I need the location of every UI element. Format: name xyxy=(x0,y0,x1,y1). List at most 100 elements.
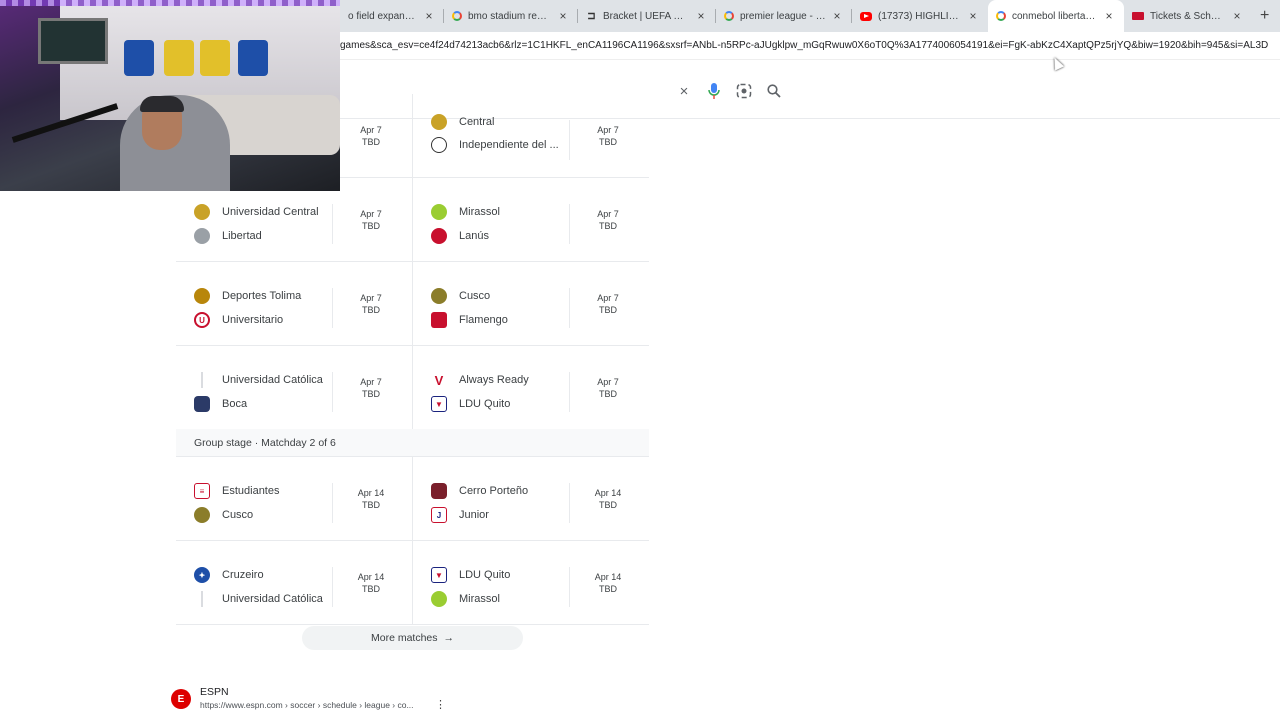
match-cell[interactable]: Universidad Católica Boca Apr 7 TBD xyxy=(176,346,412,430)
tab-label: o field expansion xyxy=(348,10,418,22)
match-divider xyxy=(332,372,333,412)
webcam-lights xyxy=(0,0,340,6)
match-cell[interactable]: ✦ Cruzeiro Universidad Católica Apr 14 TBD xyxy=(176,541,412,625)
tab-label: conmebol libertador xyxy=(1012,10,1098,22)
search-result-espn[interactable]: E ESPN https://www.espn.com › soccer › s… xyxy=(171,686,471,720)
match-divider xyxy=(332,204,333,244)
match-grid-matchday-2: ≡ Estudiantes Cusco Apr 14 TBD Cerro Porte… xyxy=(176,457,649,625)
team: ▼ LDU Quito xyxy=(431,396,510,412)
team-logo-icon xyxy=(431,483,447,499)
team: Universidad Católica xyxy=(194,372,323,388)
tab-premier-league[interactable]: premier league - Goc × xyxy=(716,0,852,32)
more-options-icon[interactable]: ⋮ xyxy=(435,698,446,711)
tab-label: Tickets & Schedule | xyxy=(1150,10,1226,22)
team: ▼ LDU Quito xyxy=(431,567,510,583)
tab-close-icon[interactable]: × xyxy=(966,9,980,23)
team: Universidad Católica xyxy=(194,591,323,607)
tab-close-icon[interactable]: × xyxy=(422,9,436,23)
match-divider xyxy=(569,288,570,328)
result-url[interactable]: https://www.espn.com › soccer › schedule… xyxy=(200,700,414,710)
team-logo-icon xyxy=(194,507,210,523)
team-name: Mirassol xyxy=(459,593,500,605)
tab-bmo-stadium[interactable]: bmo stadium remode × xyxy=(444,0,578,32)
webcam-cap xyxy=(140,96,184,112)
team: Mirassol xyxy=(431,204,500,220)
match-cell[interactable]: V Always Ready ▼ LDU Quito Apr 7 TBD xyxy=(412,346,648,430)
webcam-picture-frame xyxy=(38,18,108,64)
team-logo-icon xyxy=(431,114,447,130)
team-logo-icon xyxy=(194,288,210,304)
tab-tickets-schedule[interactable]: Tickets & Schedule | × xyxy=(1124,0,1252,32)
match-cell[interactable]: Deportes Tolima U Universitario Apr 7 TBD xyxy=(176,262,412,346)
tab-conmebol-libertadores[interactable]: conmebol libertador × xyxy=(988,0,1124,32)
match-date: Apr 7 TBD xyxy=(597,209,619,231)
match-row: ✦ Cruzeiro Universidad Católica Apr 14 TBD… xyxy=(176,541,649,625)
match-cell[interactable]: Cusco Flamengo Apr 7 TBD xyxy=(412,262,648,346)
tab-label: bmo stadium remode xyxy=(468,10,552,22)
team: U Universitario xyxy=(194,312,283,328)
bracket-icon: ⊐ xyxy=(587,10,596,22)
search-icon[interactable] xyxy=(764,81,784,101)
match-date: Apr 7 TBD xyxy=(597,125,619,147)
team-name: Estudiantes xyxy=(222,485,280,497)
lens-icon[interactable] xyxy=(734,81,754,101)
clear-icon[interactable]: × xyxy=(674,81,694,101)
more-matches-label: More matches xyxy=(370,632,438,644)
team-logo-icon: V xyxy=(431,372,447,388)
team-logo-icon: ▼ xyxy=(431,396,447,412)
new-tab-button[interactable]: + xyxy=(1260,7,1269,25)
team: Lanús xyxy=(431,228,489,244)
tab-uefa-bracket[interactable]: ⊐ Bracket | UEFA Cham × xyxy=(578,0,716,32)
stage-label: Group stage · Matchday 2 of 6 xyxy=(194,436,336,449)
team: Deportes Tolima xyxy=(194,288,301,304)
team: Boca xyxy=(194,396,247,412)
tickets-icon xyxy=(1132,12,1144,20)
team-name: Cusco xyxy=(222,509,254,521)
team-name: Universitario xyxy=(222,314,284,326)
result-source[interactable]: ESPN xyxy=(200,686,229,698)
match-cell[interactable]: Cerro Porteño J Junior Apr 14 TBD xyxy=(412,457,648,541)
match-divider xyxy=(569,567,570,607)
webcam-jersey xyxy=(124,40,154,76)
match-grid-matchday-1: Universidad Central Libertad Apr 7 TBD Mi… xyxy=(176,178,649,430)
google-icon xyxy=(996,11,1006,21)
team-name: Libertad xyxy=(222,230,262,242)
tab-close-icon[interactable]: × xyxy=(830,9,844,23)
tab-youtube-highlights[interactable]: (17373) HIGHLIGHTS × xyxy=(852,0,988,32)
team: Cusco xyxy=(431,288,490,304)
match-date: Apr 7 TBD xyxy=(360,377,382,399)
mic-icon[interactable] xyxy=(704,81,724,101)
espn-logo-icon: E xyxy=(171,689,191,709)
team-logo-icon: ≡ xyxy=(194,483,210,499)
match-cell[interactable]: Mirassol Lanús Apr 7 TBD xyxy=(412,178,648,262)
team-name: Cerro Porteño xyxy=(459,485,529,497)
match-cell[interactable]: Central Independiente del ... Apr 7 TBD xyxy=(412,94,648,178)
tab-close-icon[interactable]: × xyxy=(1230,9,1244,23)
team-name: Always Ready xyxy=(459,374,529,386)
team: Cerro Porteño xyxy=(431,483,528,499)
team-logo-icon xyxy=(194,204,210,220)
team-logo-icon xyxy=(431,204,447,220)
match-cell[interactable]: ▼ LDU Quito Mirassol Apr 14 TBD xyxy=(412,541,648,625)
team-logo-icon: J xyxy=(431,507,447,523)
tab-field-expansion[interactable]: o field expansion × xyxy=(340,0,444,32)
webcam-overlay xyxy=(0,0,340,191)
address-bar[interactable]: games&sca_esv=ce4f24d74213acb6&rlz=1C1HK… xyxy=(340,32,1280,60)
match-date: Apr 14 TBD xyxy=(357,572,385,594)
team-name: Universidad Católica xyxy=(222,593,323,605)
team: Flamengo xyxy=(431,312,508,328)
tab-close-icon[interactable]: × xyxy=(694,9,708,23)
match-date: Apr 7 TBD xyxy=(597,293,619,315)
match-divider xyxy=(569,372,570,412)
team-name: LDU Quito xyxy=(459,569,511,581)
team-name: Boca xyxy=(222,398,248,410)
more-matches-button[interactable]: More matches → xyxy=(302,626,523,650)
match-divider xyxy=(332,483,333,523)
tab-close-icon[interactable]: × xyxy=(556,9,570,23)
tab-close-icon[interactable]: × xyxy=(1102,9,1116,23)
match-date: Apr 14 TBD xyxy=(594,572,622,594)
team: ✦ Cruzeiro xyxy=(194,567,264,583)
match-cell[interactable]: ≡ Estudiantes Cusco Apr 14 TBD xyxy=(176,457,412,541)
team: Libertad xyxy=(194,228,262,244)
match-divider xyxy=(569,483,570,523)
